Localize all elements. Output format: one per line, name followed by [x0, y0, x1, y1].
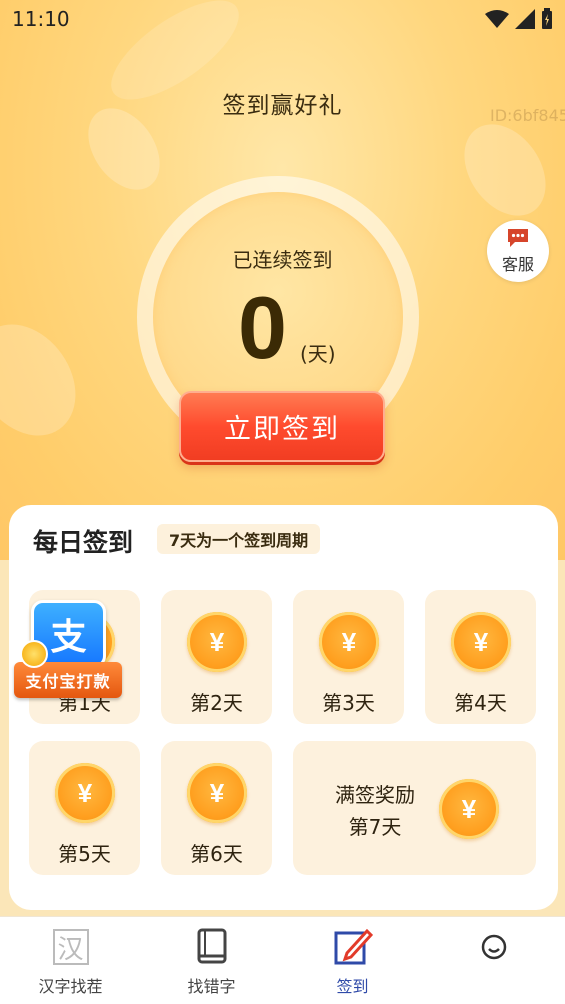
tab-profile[interactable] — [423, 917, 564, 1004]
alipay-payout-badge[interactable]: 支 支付宝打款 — [14, 600, 122, 700]
han-character-icon: 汉 — [51, 927, 91, 967]
wifi-icon — [485, 10, 509, 28]
customer-service-label: 客服 — [501, 255, 534, 274]
day-card-3[interactable]: ¥ 第3天 — [293, 590, 404, 724]
tab-checkin[interactable]: 签到 — [282, 917, 423, 1004]
day-label: 第4天 — [454, 691, 507, 715]
tab-zhaocuozi[interactable]: 找错字 — [141, 917, 282, 1004]
day-card-5[interactable]: ¥ 第5天 — [29, 741, 140, 875]
streak-unit: (天) — [300, 342, 336, 366]
daily-checkin-title: 每日签到 — [33, 528, 134, 557]
day-card-4[interactable]: ¥ 第4天 — [425, 590, 536, 724]
status-time: 11:10 — [12, 7, 70, 31]
tab-hanzi-zhaocha[interactable]: 汉 汉字找茬 — [0, 917, 141, 1004]
decorative-leaf — [0, 305, 97, 455]
checkin-button[interactable]: 立即签到 — [179, 391, 385, 462]
tab-label: 签到 — [336, 977, 369, 996]
coin-icon: ¥ — [55, 763, 115, 823]
cell-signal-icon — [515, 9, 535, 29]
smiley-face-icon — [474, 927, 514, 967]
page-title: 签到赢好礼 — [222, 93, 343, 119]
bottom-tab-bar: 汉 汉字找茬 找错字 签到 — [0, 916, 565, 1004]
tab-label: 找错字 — [187, 977, 236, 996]
day-label: 第2天 — [190, 691, 243, 715]
coin-icon: ¥ — [451, 612, 511, 672]
star-icon — [20, 640, 48, 668]
coin-icon: ¥ — [187, 763, 247, 823]
chat-bubble-icon — [508, 229, 528, 247]
decorative-leaf — [447, 108, 563, 232]
coin-icon: ¥ — [319, 612, 379, 672]
day-label: 第5天 — [58, 842, 111, 866]
day-card-2[interactable]: ¥ 第2天 — [161, 590, 272, 724]
day7-label: 第7天 — [348, 815, 402, 839]
han-character-glyph: 汉 — [52, 929, 89, 965]
status-bar: 11:10 — [0, 0, 565, 38]
day-card-7[interactable]: 满签奖励 第7天 ¥ — [293, 741, 536, 875]
streak-label: 已连续签到 — [232, 248, 333, 272]
day-label: 第6天 — [190, 842, 243, 866]
id-watermark: ID:6bf845 — [490, 106, 565, 125]
battery-icon — [542, 8, 552, 29]
customer-service-button[interactable]: 客服 — [487, 220, 549, 282]
coin-icon: ¥ — [439, 779, 499, 839]
book-icon — [192, 927, 232, 967]
tab-label: 汉字找茬 — [38, 977, 103, 996]
streak-count: 0 — [238, 278, 287, 377]
status-icons — [485, 8, 553, 30]
coin-icon: ¥ — [187, 612, 247, 672]
day-card-6[interactable]: ¥ 第6天 — [161, 741, 272, 875]
day-label: 第3天 — [322, 691, 375, 715]
cycle-tag: 7天为一个签到周期 — [157, 524, 321, 554]
pen-edit-icon — [333, 927, 373, 967]
daily-checkin-panel: 每日签到 7天为一个签到周期 ¥ 第1天 ¥ 第2天 ¥ 第3天 ¥ 第4天 ¥… — [9, 505, 558, 910]
day7-title: 满签奖励 — [335, 783, 415, 807]
